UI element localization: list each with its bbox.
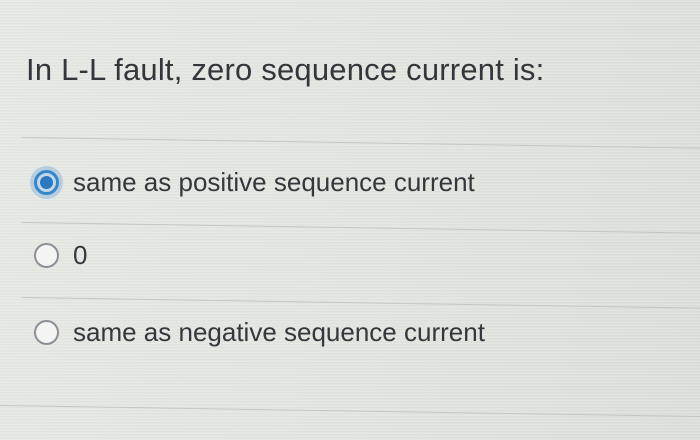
divider [21, 297, 700, 309]
option-label: same as negative sequence current [73, 317, 485, 347]
radio-button[interactable] [34, 243, 59, 268]
quiz-panel: In L-L fault, zero sequence current is: … [0, 0, 700, 440]
option-same-as-negative[interactable]: same as negative sequence current [34, 317, 485, 348]
option-same-as-positive[interactable]: same as positive sequence current [30, 166, 475, 199]
divider [21, 137, 700, 149]
divider [0, 405, 700, 417]
question-text: In L-L fault, zero sequence current is: [26, 52, 545, 87]
radio-button-selected[interactable] [30, 166, 63, 199]
divider [21, 222, 700, 234]
option-label: same as positive sequence current [73, 167, 475, 197]
option-zero[interactable]: 0 [34, 240, 87, 271]
radio-button[interactable] [34, 320, 59, 345]
option-label: 0 [73, 240, 88, 270]
